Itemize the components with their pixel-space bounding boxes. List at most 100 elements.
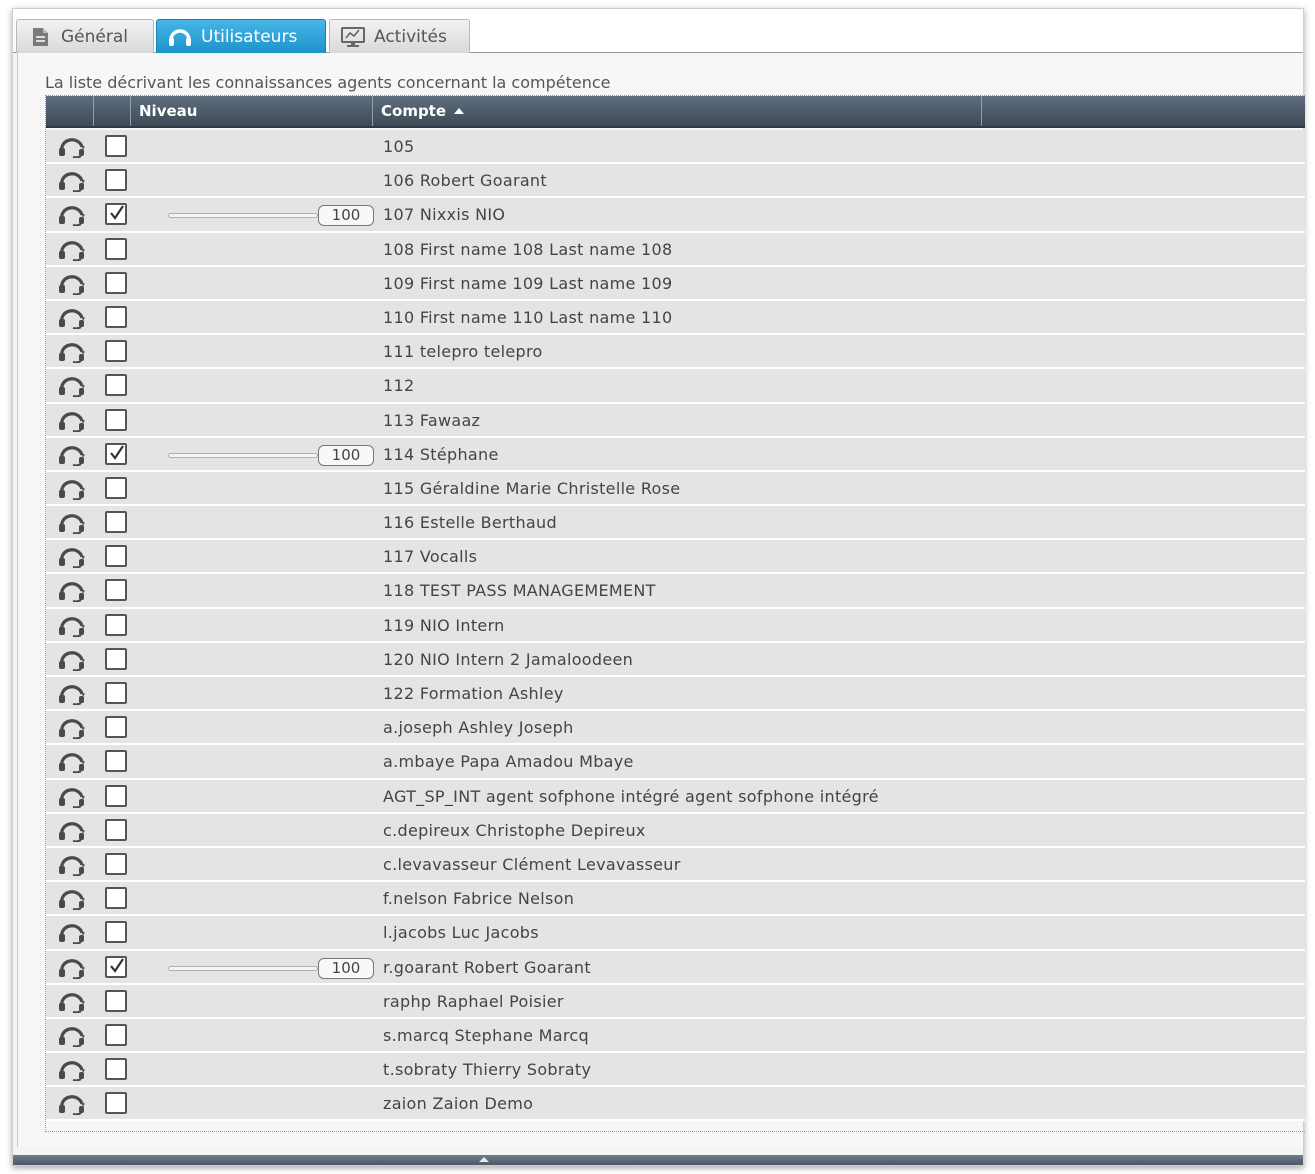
agent-row[interactable]: 110 First name 110 Last name 110	[46, 300, 1305, 336]
assign-checkbox[interactable]	[105, 169, 127, 192]
headset-icon	[56, 273, 88, 296]
tab-general-label: Général	[61, 26, 128, 47]
assign-checkbox[interactable]	[105, 135, 127, 157]
assign-checkbox[interactable]	[105, 271, 127, 294]
header-account[interactable]: Compte	[373, 96, 982, 126]
agent-row[interactable]: t.sobraty Thierry Sobraty	[46, 1053, 1305, 1088]
agent-row[interactable]: AGT_SP_INT agent sofphone intégré agent …	[46, 779, 1305, 814]
headset-icon	[56, 786, 88, 808]
assign-checkbox[interactable]	[105, 989, 127, 1012]
assign-checkbox[interactable]	[105, 613, 127, 636]
level-value[interactable]: 100	[318, 444, 374, 466]
assign-checkbox[interactable]	[105, 955, 127, 978]
assign-checkbox[interactable]	[105, 818, 127, 841]
assign-checkbox[interactable]	[105, 203, 127, 226]
assign-checkbox[interactable]	[105, 511, 127, 534]
agent-row[interactable]: 122 Formation Ashley	[46, 677, 1305, 712]
assign-checkbox[interactable]	[105, 921, 127, 944]
account-label: AGT_SP_INT agent sofphone intégré agent …	[383, 786, 879, 806]
headset-icon	[56, 922, 88, 945]
account-label: c.depireux Christophe Depireux	[383, 820, 646, 840]
assign-checkbox[interactable]	[105, 579, 127, 602]
agent-row[interactable]: c.levavasseur Clément Levavasseur	[46, 847, 1305, 883]
level-value[interactable]: 100	[318, 205, 374, 227]
assign-checkbox[interactable]	[105, 374, 127, 397]
agent-row[interactable]: f.nelson Fabrice Nelson	[46, 882, 1305, 917]
account-label: 105	[383, 137, 415, 156]
agent-row[interactable]: 115 Géraldine Marie Christelle Rose	[46, 471, 1305, 507]
headset-icon	[167, 26, 193, 48]
assign-checkbox[interactable]	[105, 1092, 127, 1115]
assign-checkbox[interactable]	[105, 750, 127, 773]
account-label: r.goarant Robert Goarant	[383, 957, 591, 977]
assign-checkbox[interactable]	[105, 237, 127, 260]
agent-row[interactable]: 111 telepro telepro	[46, 335, 1305, 370]
agent-row[interactable]: 108 First name 108 Last name 108	[46, 232, 1305, 267]
assign-checkbox[interactable]	[105, 305, 127, 328]
agent-row[interactable]: 119 NIO Intern	[46, 608, 1305, 643]
account-label: 117 Vocalls	[383, 547, 478, 567]
assign-checkbox[interactable]	[105, 887, 127, 910]
account-label: 114 Stéphane	[383, 444, 499, 464]
agent-row[interactable]: 112	[46, 369, 1305, 404]
agent-row[interactable]: 100 114 Stéphane	[46, 437, 1305, 472]
header-filler	[982, 96, 1305, 126]
assign-checkbox[interactable]	[105, 716, 127, 739]
tab-activities[interactable]: Activités	[329, 19, 470, 53]
agent-row[interactable]: 113 Fawaaz	[46, 403, 1305, 438]
level-slider[interactable]	[168, 452, 318, 458]
header-level[interactable]: Niveau	[131, 96, 373, 126]
account-label: 107 Nixxis NIO	[383, 205, 506, 225]
header-level-label: Niveau	[139, 102, 198, 120]
assign-checkbox[interactable]	[105, 545, 127, 568]
agent-row[interactable]: 117 Vocalls	[46, 540, 1305, 575]
headset-icon	[56, 1093, 88, 1116]
splitter-bar[interactable]	[13, 1155, 1303, 1165]
tab-general[interactable]: Général	[16, 19, 154, 53]
agent-row[interactable]: 109 First name 109 Last name 109	[46, 266, 1305, 301]
agents-grid: Niveau Compte 105 106 Robert Goarant 100…	[45, 95, 1305, 1132]
agent-row[interactable]: l.jacobs Luc Jacobs	[46, 916, 1305, 951]
headset-icon	[56, 170, 88, 193]
assign-checkbox[interactable]	[105, 852, 127, 875]
agent-row[interactable]: a.mbaye Papa Amadou Mbaye	[46, 745, 1305, 780]
tab-activities-label: Activités	[374, 26, 447, 47]
level-slider[interactable]	[168, 965, 318, 971]
checkmark-icon	[110, 205, 124, 221]
agent-row[interactable]: 105	[46, 130, 1305, 165]
assign-checkbox[interactable]	[105, 408, 127, 431]
assign-checkbox[interactable]	[105, 1058, 127, 1081]
assign-checkbox[interactable]	[105, 784, 127, 807]
assign-checkbox[interactable]	[105, 340, 127, 363]
headset-icon	[56, 888, 88, 911]
headset-icon	[56, 649, 88, 672]
account-label: 112	[383, 376, 415, 396]
agent-row[interactable]: 106 Robert Goarant	[46, 164, 1305, 199]
agent-row[interactable]: raphp Raphael Poisier	[46, 984, 1305, 1019]
account-label: 120 NIO Intern 2 Jamaloodeen	[383, 649, 634, 669]
agent-row[interactable]: zaion Zaion Demo	[46, 1087, 1305, 1122]
level-slider[interactable]	[168, 213, 318, 219]
headset-icon	[56, 854, 88, 877]
assign-checkbox[interactable]	[105, 682, 127, 704]
level-value[interactable]: 100	[318, 957, 374, 979]
expand-up-icon[interactable]	[479, 1157, 489, 1162]
agent-row[interactable]: a.joseph Ashley Joseph	[46, 711, 1305, 746]
agent-row[interactable]: 100 r.goarant Robert Goarant	[46, 950, 1305, 985]
tab-users[interactable]: Utilisateurs	[156, 19, 326, 53]
account-label: 115 Géraldine Marie Christelle Rose	[383, 478, 681, 498]
agent-row[interactable]: c.depireux Christophe Depireux	[46, 813, 1305, 848]
assign-checkbox[interactable]	[105, 442, 127, 465]
header-icon-column[interactable]	[46, 96, 94, 126]
agent-row[interactable]: s.marcq Stephane Marcq	[46, 1018, 1305, 1054]
agent-row[interactable]: 100 107 Nixxis NIO	[46, 198, 1305, 233]
account-label: s.marcq Stephane Marcq	[383, 1025, 589, 1045]
account-label: 108 First name 108 Last name 108	[383, 239, 673, 259]
agent-row[interactable]: 118 TEST PASS MANAGEMEMENT	[46, 574, 1305, 609]
assign-checkbox[interactable]	[105, 647, 127, 670]
assign-checkbox[interactable]	[105, 476, 127, 499]
agent-row[interactable]: 116 Estelle Berthaud	[46, 506, 1305, 541]
header-check-column[interactable]	[94, 96, 131, 126]
agent-row[interactable]: 120 NIO Intern 2 Jamaloodeen	[46, 642, 1305, 677]
assign-checkbox[interactable]	[105, 1023, 127, 1046]
